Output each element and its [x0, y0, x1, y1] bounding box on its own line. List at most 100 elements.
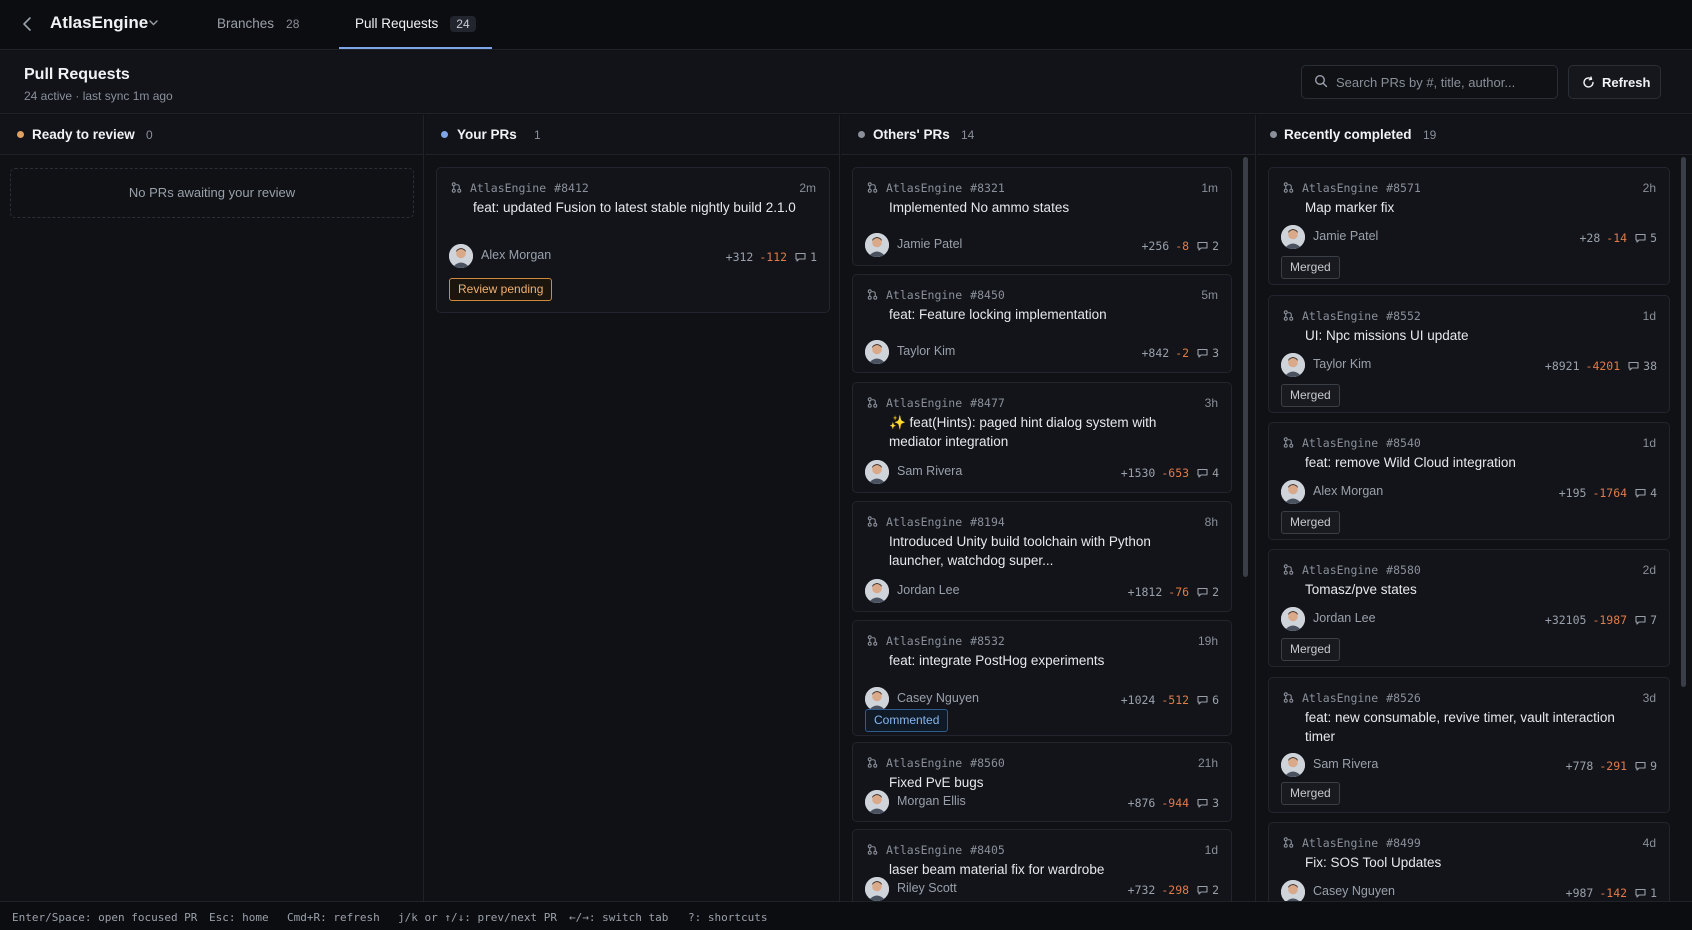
- repo-name: AtlasEngine: [886, 515, 963, 529]
- comment-icon: [1197, 798, 1208, 808]
- pr-title: Tomasz/pve states: [1305, 582, 1417, 597]
- search-input[interactable]: [1336, 66, 1551, 98]
- status-badge: Merged: [1281, 384, 1340, 407]
- status-badge: Commented: [865, 709, 949, 732]
- deletions: -76: [1168, 585, 1190, 599]
- pr-author: Jamie Patel: [1281, 225, 1481, 249]
- pr-author: Riley Scott: [865, 877, 1065, 901]
- refresh-button[interactable]: Refresh: [1568, 65, 1661, 99]
- pr-card[interactable]: AtlasEngine #8532 19h feat: integrate PostH…: [852, 620, 1232, 736]
- avatar-image: [1281, 607, 1305, 631]
- pr-card[interactable]: AtlasEngine #8405 1d laser beam material fi…: [852, 829, 1232, 901]
- column-header: Your PRs 1: [425, 115, 839, 155]
- column-count: 0: [146, 128, 153, 142]
- avatar-image: [865, 790, 889, 814]
- pr-diff-stats: +28 -14 5: [1580, 231, 1658, 245]
- back-chevron-icon[interactable]: [18, 14, 38, 34]
- column-header: Recently completed 19: [1257, 115, 1692, 155]
- repo-name: AtlasEngine: [1302, 836, 1379, 850]
- repo-name: AtlasEngine: [470, 181, 547, 195]
- pr-card[interactable]: AtlasEngine #8321 1m Implemented No ammo st…: [852, 167, 1232, 266]
- pr-author: Taylor Kim: [865, 340, 1065, 364]
- author-name: Casey Nguyen: [1313, 884, 1395, 898]
- pr-title: feat: Feature locking implementation: [889, 307, 1107, 322]
- chevron-down-icon[interactable]: [148, 17, 159, 31]
- tab-count: 24: [450, 16, 476, 32]
- pr-number: #8540: [1386, 436, 1421, 450]
- empty-state: No PRs awaiting your review: [10, 168, 414, 218]
- avatar: [865, 233, 889, 257]
- comment-number: 3: [1212, 346, 1219, 360]
- column-title: Your PRs: [457, 127, 517, 142]
- author-name: Taylor Kim: [897, 344, 956, 358]
- tab-branches[interactable]: Branches 28: [217, 16, 299, 31]
- comment-number: 1: [810, 250, 817, 264]
- pr-card[interactable]: AtlasEngine #8194 8h Introduced Unity build…: [852, 501, 1232, 612]
- deletions: -298: [1161, 883, 1190, 897]
- avatar: [1281, 225, 1305, 249]
- scrollbar[interactable]: [1243, 157, 1248, 577]
- refresh-icon: [1583, 76, 1594, 88]
- additions: +987: [1565, 886, 1594, 900]
- column-others-prs: Others' PRs 14 AtlasEngine #8321 1m Impleme…: [841, 115, 1256, 901]
- author-name: Sam Rivera: [1313, 757, 1379, 771]
- pr-card[interactable]: AtlasEngine #8560 21h Fixed PvE bugs Morgan …: [852, 742, 1232, 822]
- avatar: [865, 687, 889, 711]
- additions: +1812: [1127, 585, 1163, 599]
- column-title: Recently completed: [1284, 127, 1412, 142]
- comment-icon: [1635, 615, 1646, 625]
- pr-repo: AtlasEngine #8540: [1283, 436, 1421, 450]
- column-title: Others' PRs: [873, 127, 950, 142]
- pr-card[interactable]: AtlasEngine #8477 3h ✨ feat(Hints): paged h…: [852, 382, 1232, 493]
- pr-repo: AtlasEngine #8412: [451, 181, 589, 195]
- sync-status: 24 active · last sync 1m ago: [24, 89, 173, 103]
- page-title: Pull Requests: [24, 66, 130, 83]
- scrollbar[interactable]: [1681, 157, 1686, 687]
- pr-title: feat: new consumable, revive timer, vaul…: [1305, 710, 1615, 744]
- pr-card[interactable]: AtlasEngine #8412 2m feat: updated Fusion t…: [436, 167, 830, 313]
- pr-age: 2m: [799, 181, 816, 195]
- deletions: -14: [1606, 231, 1628, 245]
- additions: +842: [1141, 346, 1170, 360]
- pr-card[interactable]: AtlasEngine #8580 2d Tomasz/pve states Jorda…: [1268, 549, 1670, 667]
- pr-card[interactable]: AtlasEngine #8499 4d Fix: SOS Tool Updates C…: [1268, 822, 1670, 901]
- pr-repo: AtlasEngine #8405: [867, 843, 1005, 857]
- status-dot: [17, 131, 24, 138]
- pr-repo: AtlasEngine #8571: [1283, 181, 1421, 195]
- pr-card[interactable]: AtlasEngine #8450 5m feat: Feature locking …: [852, 274, 1232, 373]
- pr-author: Sam Rivera: [1281, 753, 1481, 777]
- additions: +28: [1579, 231, 1601, 245]
- pr-diff-stats: +987 -142 1: [1566, 886, 1657, 900]
- comment-count: 4: [1197, 466, 1219, 480]
- app-name[interactable]: AtlasEngine: [50, 13, 148, 33]
- comment-icon: [1197, 348, 1208, 358]
- pr-diff-stats: +1812 -76 2: [1128, 585, 1219, 599]
- pr-age: 3h: [1204, 396, 1218, 410]
- avatar-image: [449, 244, 473, 268]
- pr-card[interactable]: AtlasEngine #8571 2h Map marker fix Jamie Pa…: [1268, 167, 1670, 285]
- pr-author: Casey Nguyen: [1281, 880, 1481, 901]
- pr-age: 21h: [1197, 756, 1218, 770]
- pr-repo: AtlasEngine #8580: [1283, 563, 1421, 577]
- avatar: [865, 579, 889, 603]
- pr-card[interactable]: AtlasEngine #8552 1d UI: Npc missions UI up…: [1268, 295, 1670, 413]
- pr-card[interactable]: AtlasEngine #8526 3d feat: new consumable, …: [1268, 677, 1670, 813]
- shortcut-hint: Cmd+R: refresh: [287, 911, 380, 924]
- pr-author: Morgan Ellis: [865, 790, 1065, 814]
- comment-number: 5: [1650, 231, 1657, 245]
- pr-age: 1d: [1204, 843, 1218, 857]
- search-box[interactable]: [1301, 65, 1558, 99]
- pr-age: 2d: [1642, 563, 1656, 577]
- avatar-image: [1281, 880, 1305, 901]
- author-name: Jamie Patel: [1313, 229, 1379, 243]
- comment-number: 38: [1643, 359, 1657, 373]
- pull-request-icon: [867, 516, 878, 527]
- repo-name: AtlasEngine: [1302, 309, 1379, 323]
- deletions: -512: [1161, 693, 1190, 707]
- deletions: -291: [1599, 759, 1628, 773]
- avatar-image: [865, 579, 889, 603]
- pr-repo: AtlasEngine #8321: [867, 181, 1005, 195]
- tab-pull-requests[interactable]: Pull Requests 24: [355, 16, 476, 32]
- avatar: [1281, 880, 1305, 901]
- pr-card[interactable]: AtlasEngine #8540 1d feat: remove Wild Clou…: [1268, 422, 1670, 540]
